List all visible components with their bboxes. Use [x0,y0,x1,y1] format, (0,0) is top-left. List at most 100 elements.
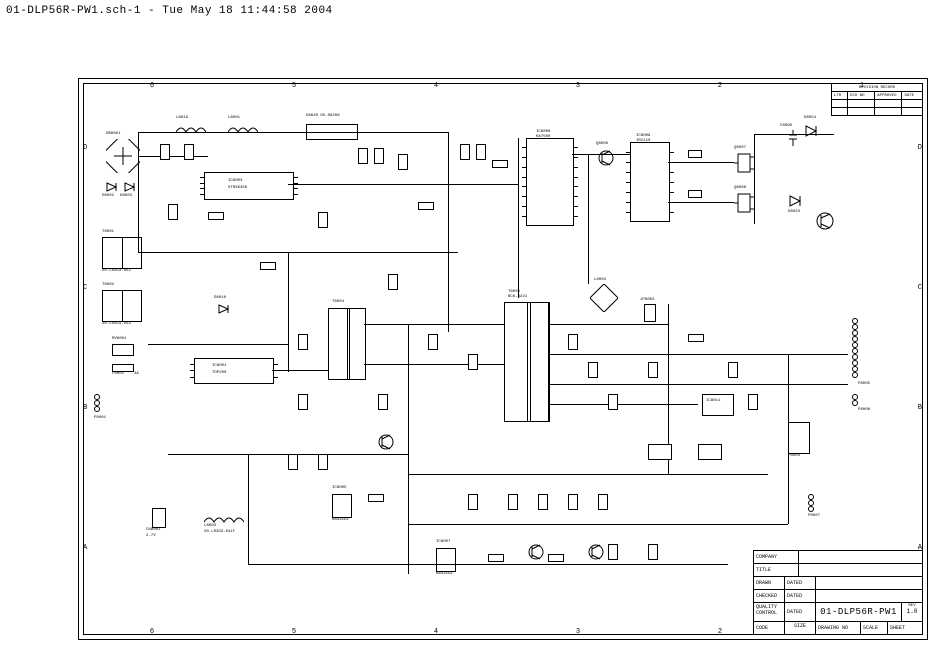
tb-scale-label: SCALE [861,622,888,634]
tb-dated-label: DATED [785,603,816,621]
ref-label: IC8009 [636,134,650,138]
ref-label: DB8001 [106,132,120,136]
diode-icon [788,194,802,208]
cap [568,494,578,510]
cap [468,354,478,370]
ac-inlet-connector [94,394,102,412]
ref-label: P8007 [808,514,820,518]
cap [608,394,618,410]
ref-label: D8620 D5-D8206 [306,114,340,118]
col-label: 5 [288,82,300,90]
ref-label: D8023 [788,210,800,214]
val-label: IR2110 [636,139,650,143]
res [208,212,224,220]
res [492,160,508,168]
val-label: 20-LR2G3-041F [204,530,235,534]
tb-dated-label: DATED [785,577,816,589]
cap [388,274,398,290]
ref-label: IC8007 [436,540,450,544]
cap [476,144,486,160]
jumper [644,304,656,322]
cap [184,144,194,160]
res [418,202,434,210]
output-connector-a [852,318,860,378]
res [688,334,704,342]
ref-label: IC8011 [706,399,720,403]
ic8011 [702,394,734,416]
ref-label: L8003 [204,524,216,528]
ref-label: D8010 [214,296,226,300]
ref-label: T8004 [332,300,344,304]
res [368,494,384,502]
fuse [112,364,134,372]
ref-label: IC8005 [332,486,346,490]
bjt-icon [816,212,834,230]
res [548,554,564,562]
tb-rev: 1.0 [907,608,918,615]
ic-small [698,444,722,460]
inductor-diamond-icon [590,284,618,312]
cap [728,362,738,378]
tb-code-label: CODE [754,622,785,634]
val-label: 2.7V [146,534,156,538]
jumper [152,508,166,528]
cap [298,394,308,410]
ref-label: P8004 [788,454,800,458]
cap [428,334,438,350]
ref-label: JP8002 [640,298,654,302]
tb-qc-label: QUALITY CONTROL [756,604,782,616]
ic-small [648,444,672,460]
tb-checked-label: CHECKED [754,590,785,602]
cap [358,148,368,164]
cap [608,544,618,560]
cap [378,394,388,410]
col-label: 2 [714,82,726,90]
ref-label: F8001 [112,372,124,376]
tb-sheet-label: SHEET [888,622,922,634]
revision-title: REVISION RECORD [832,84,922,91]
diode-icon [106,182,118,192]
col-label: 6 [146,82,158,90]
res [688,150,702,158]
shunt-reg [436,548,456,572]
res [688,190,702,198]
ref-label: Q8007 [734,146,746,150]
cap [538,494,548,510]
cap [168,204,178,220]
output-connector-b [852,394,860,406]
res [488,554,504,562]
ref-label: D8002 [102,194,114,198]
tb-drawing-label: DRAWING NO [816,622,861,634]
cap [598,494,608,510]
cap [648,362,658,378]
cap [568,334,578,350]
tb-title-label: TITLE [754,564,799,576]
row-label: D [918,144,922,156]
ref-label: P8006 [858,408,870,412]
ic8008 [526,138,574,226]
ref-label: C8090 [780,124,792,128]
bjt-icon [378,434,394,450]
drawing-border-outer: 6 5 4 3 2 1 6 5 4 3 2 D C B A D C B A RE… [78,78,928,640]
diode-icon [804,124,818,138]
tb-drawn-label: DRAWN [754,577,785,589]
row-label: B [918,404,922,416]
col-label: 4 [430,82,442,90]
row-label: B [83,404,87,416]
drawing-border-inner: 6 5 4 3 2 1 6 5 4 3 2 D C B A D C B A RE… [83,83,923,635]
ref-label: T8002 [102,283,114,287]
bjt-icon [598,150,614,166]
cap [298,334,308,350]
cap [588,362,598,378]
cap [748,394,758,410]
ic8009 [630,142,670,222]
ref-label: D8054 [804,116,816,120]
optocoupler [332,494,352,518]
transformer-t8005 [504,302,550,422]
val-label: 20-LR2G3-053 [102,322,131,326]
connector-p8004 [788,422,810,454]
cap [398,154,408,170]
ref-label: P8005 [858,382,870,386]
ref-label: Q8006 [596,142,608,146]
ref-label: IC8001 [212,364,226,368]
